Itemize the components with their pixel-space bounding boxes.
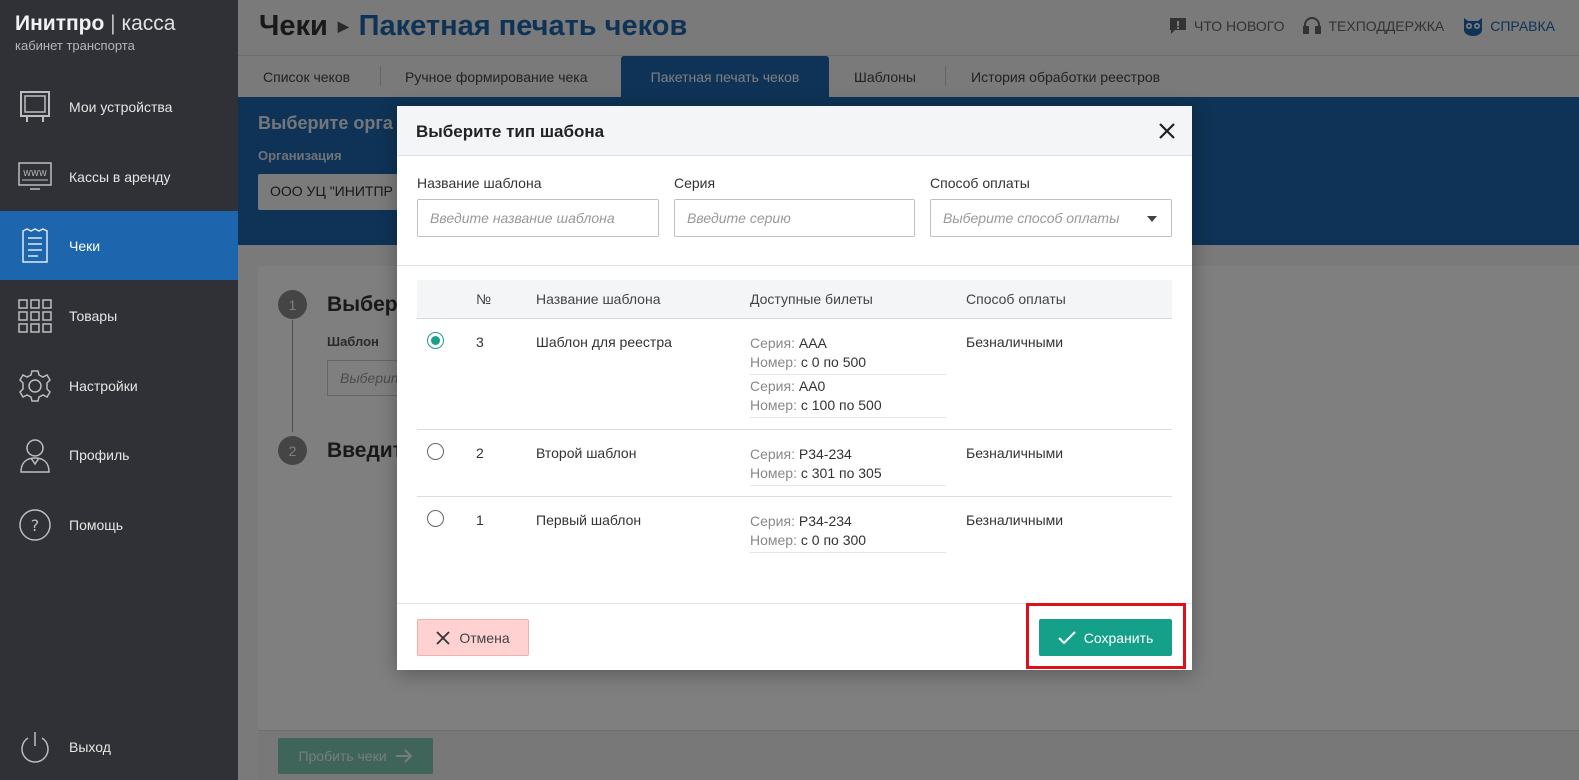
- number-key: Номер:: [750, 465, 797, 481]
- help-icon: ?: [16, 506, 54, 544]
- close-icon[interactable]: [1156, 120, 1178, 142]
- row-radio[interactable]: [427, 510, 444, 527]
- row-radio[interactable]: [427, 443, 444, 460]
- sidebar-item-receipts[interactable]: Чеки: [0, 211, 238, 280]
- sidebar-item-devices[interactable]: Мои устройства: [0, 72, 238, 141]
- gear-icon: [16, 367, 54, 405]
- payment-method-placeholder: Выберите способ оплаты: [943, 210, 1120, 226]
- user-icon: [16, 436, 54, 474]
- brand-subtitle: кабинет транспорта: [15, 38, 135, 53]
- table-header: № Название шаблона Доступные билеты Спос…: [417, 280, 1172, 319]
- table-row[interactable]: 2 Второй шаблон Серия: Р34-234 Номер: с …: [417, 430, 1172, 497]
- row-template-name: Первый шаблон: [536, 512, 642, 528]
- brand-separator: |: [110, 12, 116, 35]
- row-payment: Безналичными: [966, 445, 1064, 461]
- sidebar-item-label: Чеки: [69, 237, 101, 254]
- svg-text:WWW: WWW: [23, 169, 47, 178]
- sidebar-item-label: Товары: [69, 307, 118, 324]
- sidebar-item-rent[interactable]: WWW Кассы в аренду: [0, 142, 238, 211]
- power-icon: [16, 728, 54, 766]
- cancel-label: Отмена: [459, 629, 510, 646]
- table-row[interactable]: 1 Первый шаблон Серия: Р34-234 Номер: с …: [417, 497, 1172, 567]
- series-label: Серия: [674, 175, 716, 191]
- series-key: Серия:: [750, 513, 795, 529]
- row-payment: Безналичными: [966, 512, 1064, 528]
- brand-title: Инитпро | касса: [15, 12, 223, 36]
- ticket-range: Серия: ААА Номер: с 0 по 500: [750, 334, 946, 375]
- sidebar-item-label: Кассы в аренду: [69, 168, 171, 185]
- www-screen-icon: WWW: [16, 158, 54, 196]
- modal-title: Выберите тип шабона: [416, 122, 605, 141]
- series-key: Серия:: [750, 446, 795, 462]
- number-value: с 0 по 500: [800, 354, 867, 370]
- series-value: Р34-234: [798, 513, 852, 529]
- number-key: Номер:: [750, 397, 797, 413]
- row-template-name: Шаблон для реестра: [536, 334, 672, 350]
- brand-name: Инитпро: [15, 12, 105, 35]
- series-input[interactable]: [674, 199, 915, 237]
- payment-method-label: Способ оплаты: [930, 175, 1030, 191]
- caret-down-icon: [1147, 216, 1157, 222]
- close-icon: [436, 630, 451, 645]
- brand-product: касса: [121, 12, 176, 35]
- ticket-range: Серия: Р34-234 Номер: с 0 по 300: [750, 512, 946, 553]
- payment-method-select[interactable]: Выберите способ оплаты: [930, 199, 1172, 237]
- template-name-input[interactable]: [417, 199, 659, 237]
- receipt-icon: [16, 227, 54, 265]
- column-header-tickets: Доступные билеты: [750, 291, 873, 307]
- number-value: с 100 по 500: [800, 397, 882, 413]
- series-value: АА0: [798, 378, 826, 394]
- template-name-label: Название шаблона: [417, 175, 542, 191]
- grid-icon: [16, 297, 54, 335]
- row-payment: Безналичными: [966, 334, 1064, 350]
- logout-button[interactable]: Выход: [0, 712, 238, 780]
- table-row[interactable]: 3 Шаблон для реестра Серия: ААА Номер: с…: [417, 319, 1172, 430]
- row-number: 3: [476, 334, 484, 350]
- row-number: 1: [476, 512, 484, 528]
- sidebar-item-goods[interactable]: Товары: [0, 281, 238, 350]
- divider: [397, 265, 1192, 266]
- sidebar: Инитпро | касса кабинет транспорта Мои у…: [0, 0, 238, 780]
- svg-text:?: ?: [31, 516, 40, 535]
- row-radio[interactable]: [427, 332, 444, 349]
- sidebar-item-label: Помощь: [69, 516, 124, 533]
- number-value: с 301 по 305: [800, 465, 882, 481]
- number-key: Номер:: [750, 354, 797, 370]
- sidebar-item-label: Профиль: [69, 446, 130, 463]
- sidebar-item-profile[interactable]: Профиль: [0, 420, 238, 489]
- sidebar-item-help[interactable]: ? Помощь: [0, 490, 238, 559]
- column-header-name: Название шаблона: [536, 291, 661, 307]
- brand: Инитпро | касса кабинет транспорта: [0, 0, 238, 70]
- sidebar-item-label: Мои устройства: [69, 98, 173, 115]
- series-key: Серия:: [750, 378, 795, 394]
- series-value: Р34-234: [798, 446, 852, 462]
- row-template-name: Второй шаблон: [536, 445, 637, 461]
- series-value: ААА: [798, 335, 827, 351]
- ticket-range: Серия: Р34-234 Номер: с 301 по 305: [750, 445, 946, 486]
- monitor-icon: [16, 88, 54, 126]
- cancel-button[interactable]: Отмена: [417, 619, 529, 656]
- save-highlight-frame: [1026, 603, 1186, 669]
- logout-label: Выход: [69, 738, 111, 755]
- sidebar-item-label: Настройки: [69, 377, 138, 394]
- number-value: с 0 по 300: [800, 532, 867, 548]
- column-header-number: №: [476, 291, 492, 307]
- template-select-modal: Выберите тип шабона Название шаблона Сер…: [397, 106, 1192, 670]
- ticket-range: Серия: АА0 Номер: с 100 по 500: [750, 377, 946, 418]
- row-number: 2: [476, 445, 484, 461]
- column-header-payment: Способ оплаты: [966, 291, 1066, 307]
- series-key: Серия:: [750, 335, 795, 351]
- number-key: Номер:: [750, 532, 797, 548]
- sidebar-item-settings[interactable]: Настройки: [0, 351, 238, 420]
- modal-header: Выберите тип шабона: [397, 106, 1192, 156]
